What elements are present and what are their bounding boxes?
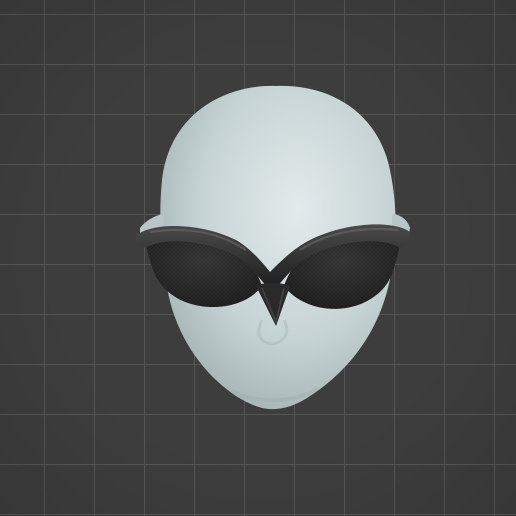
model-render[interactable] [0, 0, 516, 516]
3d-viewport[interactable] [0, 0, 516, 516]
